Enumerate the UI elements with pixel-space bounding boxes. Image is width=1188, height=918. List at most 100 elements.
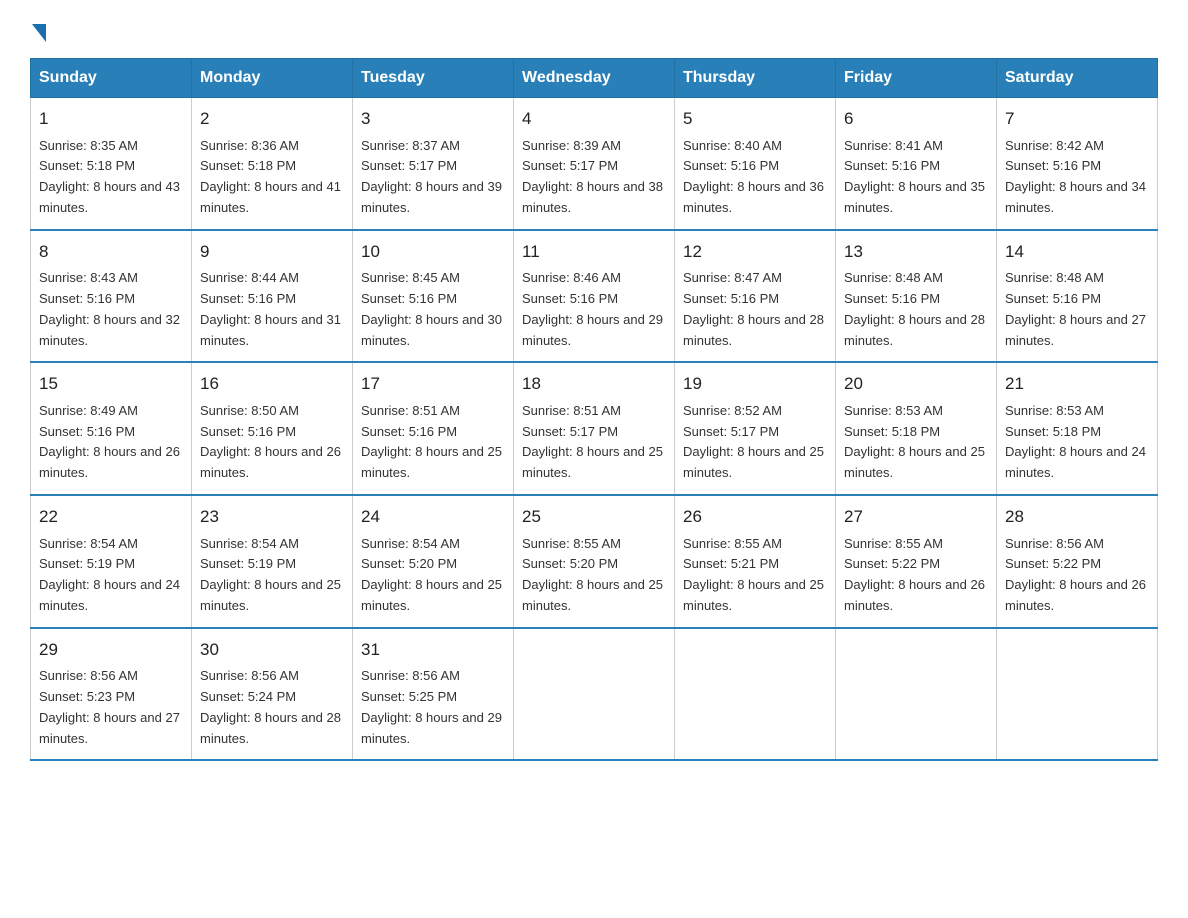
day-number: 11	[522, 239, 666, 265]
day-info: Sunrise: 8:40 AMSunset: 5:16 PMDaylight:…	[683, 138, 824, 215]
calendar-cell: 13 Sunrise: 8:48 AMSunset: 5:16 PMDaylig…	[836, 230, 997, 363]
day-info: Sunrise: 8:53 AMSunset: 5:18 PMDaylight:…	[1005, 403, 1146, 480]
day-number: 16	[200, 371, 344, 397]
day-info: Sunrise: 8:52 AMSunset: 5:17 PMDaylight:…	[683, 403, 824, 480]
day-info: Sunrise: 8:46 AMSunset: 5:16 PMDaylight:…	[522, 270, 663, 347]
logo-arrow-icon	[32, 24, 46, 42]
day-number: 23	[200, 504, 344, 530]
day-number: 9	[200, 239, 344, 265]
calendar-week-row: 29 Sunrise: 8:56 AMSunset: 5:23 PMDaylig…	[31, 628, 1158, 761]
calendar-cell: 22 Sunrise: 8:54 AMSunset: 5:19 PMDaylig…	[31, 495, 192, 628]
day-number: 8	[39, 239, 183, 265]
day-number: 24	[361, 504, 505, 530]
day-info: Sunrise: 8:36 AMSunset: 5:18 PMDaylight:…	[200, 138, 341, 215]
calendar-cell: 1 Sunrise: 8:35 AMSunset: 5:18 PMDayligh…	[31, 98, 192, 230]
day-info: Sunrise: 8:56 AMSunset: 5:24 PMDaylight:…	[200, 668, 341, 745]
calendar-cell: 4 Sunrise: 8:39 AMSunset: 5:17 PMDayligh…	[514, 98, 675, 230]
calendar-cell: 11 Sunrise: 8:46 AMSunset: 5:16 PMDaylig…	[514, 230, 675, 363]
calendar-cell	[514, 628, 675, 761]
day-of-week-header: Monday	[192, 59, 353, 98]
day-info: Sunrise: 8:42 AMSunset: 5:16 PMDaylight:…	[1005, 138, 1146, 215]
calendar-cell: 5 Sunrise: 8:40 AMSunset: 5:16 PMDayligh…	[675, 98, 836, 230]
day-number: 15	[39, 371, 183, 397]
calendar-cell: 17 Sunrise: 8:51 AMSunset: 5:16 PMDaylig…	[353, 362, 514, 495]
calendar-week-row: 15 Sunrise: 8:49 AMSunset: 5:16 PMDaylig…	[31, 362, 1158, 495]
calendar-cell: 14 Sunrise: 8:48 AMSunset: 5:16 PMDaylig…	[997, 230, 1158, 363]
calendar-cell: 16 Sunrise: 8:50 AMSunset: 5:16 PMDaylig…	[192, 362, 353, 495]
day-number: 17	[361, 371, 505, 397]
day-of-week-header: Tuesday	[353, 59, 514, 98]
calendar-cell: 25 Sunrise: 8:55 AMSunset: 5:20 PMDaylig…	[514, 495, 675, 628]
calendar-cell	[836, 628, 997, 761]
calendar-cell: 12 Sunrise: 8:47 AMSunset: 5:16 PMDaylig…	[675, 230, 836, 363]
day-info: Sunrise: 8:54 AMSunset: 5:19 PMDaylight:…	[200, 536, 341, 613]
day-number: 28	[1005, 504, 1149, 530]
calendar-cell: 6 Sunrise: 8:41 AMSunset: 5:16 PMDayligh…	[836, 98, 997, 230]
calendar-cell: 30 Sunrise: 8:56 AMSunset: 5:24 PMDaylig…	[192, 628, 353, 761]
day-info: Sunrise: 8:53 AMSunset: 5:18 PMDaylight:…	[844, 403, 985, 480]
day-number: 14	[1005, 239, 1149, 265]
day-info: Sunrise: 8:43 AMSunset: 5:16 PMDaylight:…	[39, 270, 180, 347]
day-info: Sunrise: 8:55 AMSunset: 5:20 PMDaylight:…	[522, 536, 663, 613]
day-number: 13	[844, 239, 988, 265]
day-number: 31	[361, 637, 505, 663]
day-of-week-header: Saturday	[997, 59, 1158, 98]
day-info: Sunrise: 8:41 AMSunset: 5:16 PMDaylight:…	[844, 138, 985, 215]
calendar-week-row: 1 Sunrise: 8:35 AMSunset: 5:18 PMDayligh…	[31, 98, 1158, 230]
calendar-cell: 10 Sunrise: 8:45 AMSunset: 5:16 PMDaylig…	[353, 230, 514, 363]
calendar-cell: 29 Sunrise: 8:56 AMSunset: 5:23 PMDaylig…	[31, 628, 192, 761]
calendar-cell: 31 Sunrise: 8:56 AMSunset: 5:25 PMDaylig…	[353, 628, 514, 761]
calendar-cell: 26 Sunrise: 8:55 AMSunset: 5:21 PMDaylig…	[675, 495, 836, 628]
calendar-cell: 23 Sunrise: 8:54 AMSunset: 5:19 PMDaylig…	[192, 495, 353, 628]
day-info: Sunrise: 8:44 AMSunset: 5:16 PMDaylight:…	[200, 270, 341, 347]
calendar-cell: 24 Sunrise: 8:54 AMSunset: 5:20 PMDaylig…	[353, 495, 514, 628]
calendar-cell	[675, 628, 836, 761]
logo	[30, 20, 46, 40]
day-info: Sunrise: 8:37 AMSunset: 5:17 PMDaylight:…	[361, 138, 502, 215]
calendar-table: SundayMondayTuesdayWednesdayThursdayFrid…	[30, 58, 1158, 761]
calendar-header-row: SundayMondayTuesdayWednesdayThursdayFrid…	[31, 59, 1158, 98]
day-number: 19	[683, 371, 827, 397]
calendar-cell: 18 Sunrise: 8:51 AMSunset: 5:17 PMDaylig…	[514, 362, 675, 495]
day-info: Sunrise: 8:35 AMSunset: 5:18 PMDaylight:…	[39, 138, 180, 215]
day-info: Sunrise: 8:45 AMSunset: 5:16 PMDaylight:…	[361, 270, 502, 347]
day-number: 27	[844, 504, 988, 530]
day-number: 5	[683, 106, 827, 132]
day-number: 22	[39, 504, 183, 530]
day-number: 6	[844, 106, 988, 132]
calendar-cell: 28 Sunrise: 8:56 AMSunset: 5:22 PMDaylig…	[997, 495, 1158, 628]
calendar-week-row: 22 Sunrise: 8:54 AMSunset: 5:19 PMDaylig…	[31, 495, 1158, 628]
day-info: Sunrise: 8:50 AMSunset: 5:16 PMDaylight:…	[200, 403, 341, 480]
day-info: Sunrise: 8:51 AMSunset: 5:16 PMDaylight:…	[361, 403, 502, 480]
day-number: 3	[361, 106, 505, 132]
day-number: 10	[361, 239, 505, 265]
calendar-cell: 7 Sunrise: 8:42 AMSunset: 5:16 PMDayligh…	[997, 98, 1158, 230]
day-number: 30	[200, 637, 344, 663]
calendar-cell	[997, 628, 1158, 761]
day-info: Sunrise: 8:51 AMSunset: 5:17 PMDaylight:…	[522, 403, 663, 480]
day-number: 29	[39, 637, 183, 663]
day-info: Sunrise: 8:54 AMSunset: 5:19 PMDaylight:…	[39, 536, 180, 613]
calendar-cell: 2 Sunrise: 8:36 AMSunset: 5:18 PMDayligh…	[192, 98, 353, 230]
day-info: Sunrise: 8:56 AMSunset: 5:23 PMDaylight:…	[39, 668, 180, 745]
day-info: Sunrise: 8:54 AMSunset: 5:20 PMDaylight:…	[361, 536, 502, 613]
calendar-cell: 15 Sunrise: 8:49 AMSunset: 5:16 PMDaylig…	[31, 362, 192, 495]
calendar-cell: 3 Sunrise: 8:37 AMSunset: 5:17 PMDayligh…	[353, 98, 514, 230]
day-of-week-header: Friday	[836, 59, 997, 98]
day-number: 1	[39, 106, 183, 132]
calendar-cell: 20 Sunrise: 8:53 AMSunset: 5:18 PMDaylig…	[836, 362, 997, 495]
page-header	[30, 20, 1158, 40]
day-info: Sunrise: 8:55 AMSunset: 5:22 PMDaylight:…	[844, 536, 985, 613]
day-of-week-header: Wednesday	[514, 59, 675, 98]
day-number: 12	[683, 239, 827, 265]
day-number: 26	[683, 504, 827, 530]
calendar-cell: 27 Sunrise: 8:55 AMSunset: 5:22 PMDaylig…	[836, 495, 997, 628]
day-of-week-header: Thursday	[675, 59, 836, 98]
day-number: 21	[1005, 371, 1149, 397]
calendar-week-row: 8 Sunrise: 8:43 AMSunset: 5:16 PMDayligh…	[31, 230, 1158, 363]
calendar-cell: 8 Sunrise: 8:43 AMSunset: 5:16 PMDayligh…	[31, 230, 192, 363]
day-info: Sunrise: 8:39 AMSunset: 5:17 PMDaylight:…	[522, 138, 663, 215]
day-number: 2	[200, 106, 344, 132]
calendar-cell: 19 Sunrise: 8:52 AMSunset: 5:17 PMDaylig…	[675, 362, 836, 495]
day-number: 7	[1005, 106, 1149, 132]
